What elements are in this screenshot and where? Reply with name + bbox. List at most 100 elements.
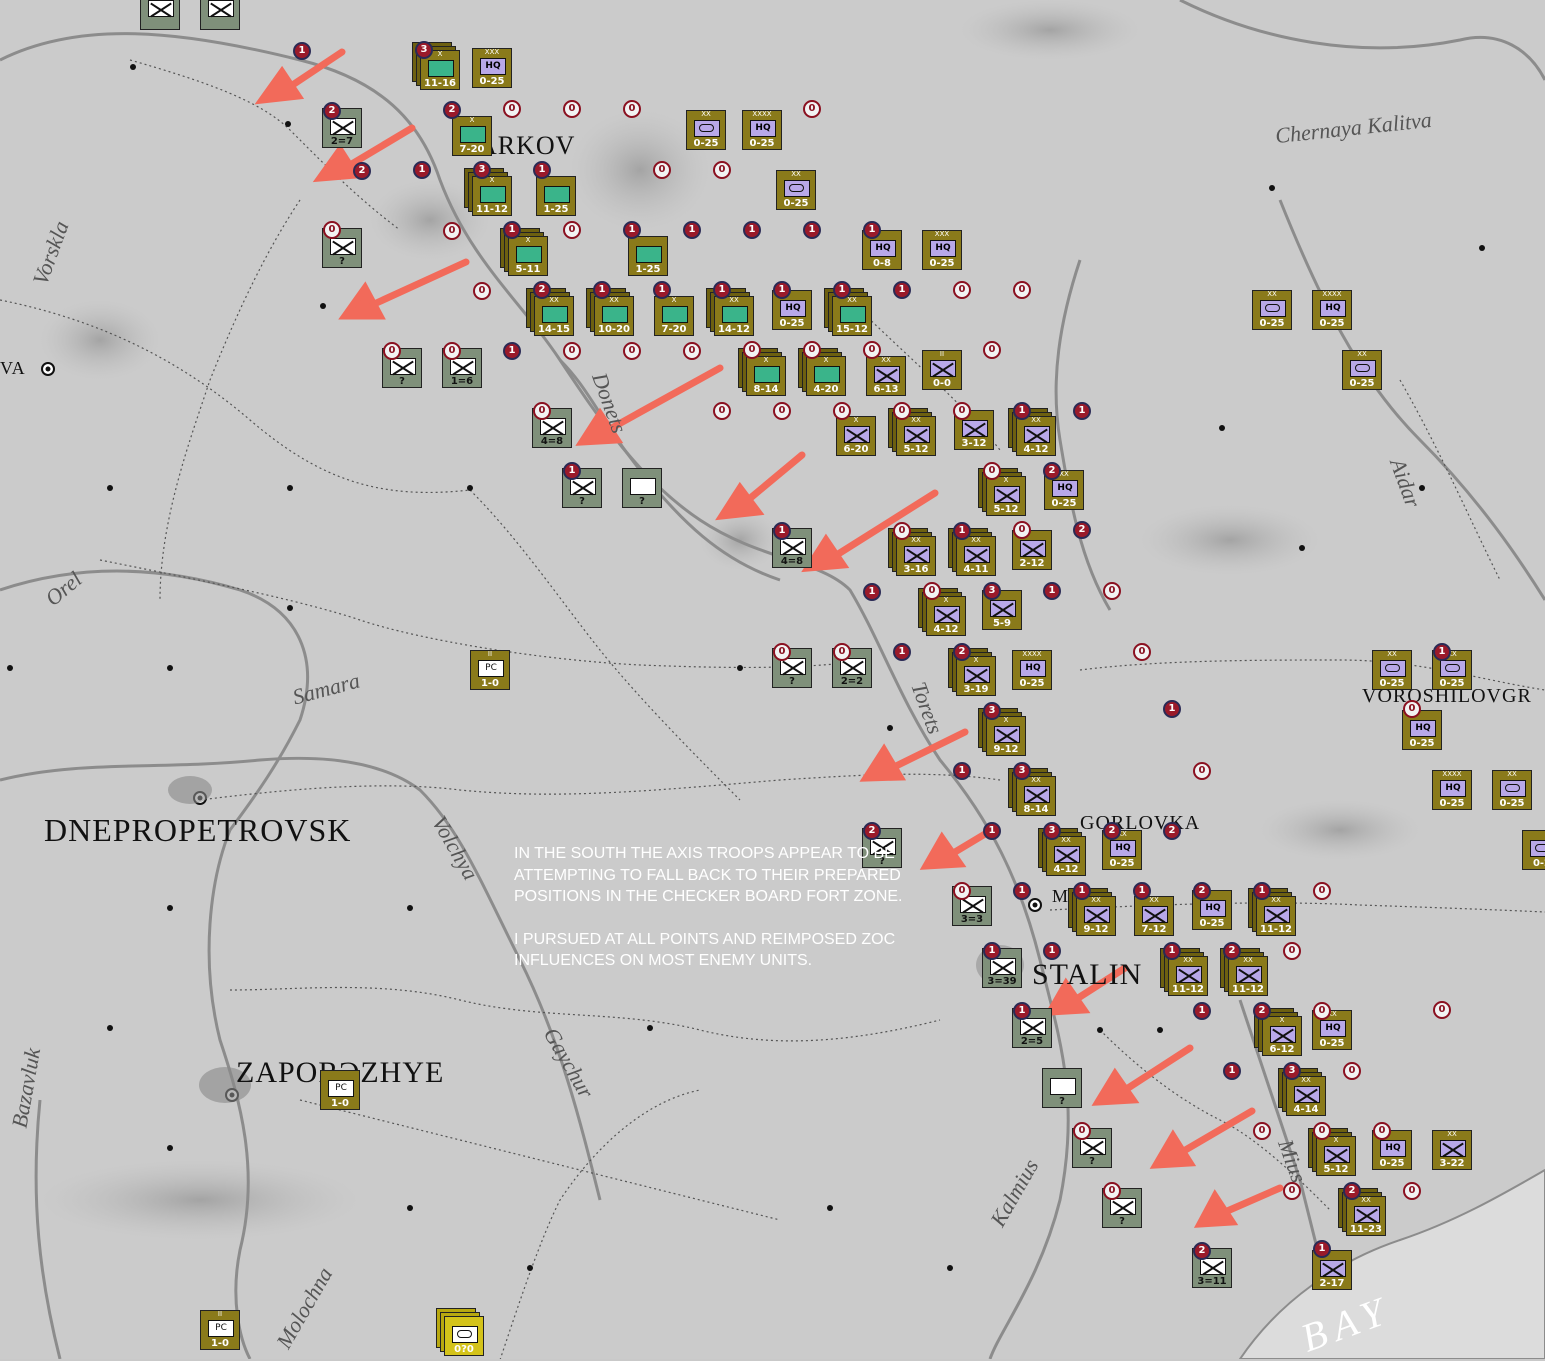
supply-marker[interactable]: 0	[473, 282, 491, 300]
axis-unit-counter[interactable]: II 0-0	[922, 350, 962, 390]
supply-marker[interactable]: 0	[1103, 1182, 1121, 1200]
axis-unit-counter[interactable]: XX 11-12	[1256, 896, 1296, 936]
supply-marker[interactable]: 2	[953, 643, 971, 661]
supply-marker[interactable]: 0	[1403, 1182, 1421, 1200]
axis-unit-counter[interactable]: X 6-12	[1262, 1016, 1302, 1056]
axis-unit-counter[interactable]: X 5-12	[986, 476, 1026, 516]
axis-unit-counter[interactable]: XXX HQ 0-25	[922, 230, 962, 270]
supply-marker[interactable]: 1	[1073, 882, 1091, 900]
supply-marker[interactable]: 1	[1433, 643, 1451, 661]
supply-marker[interactable]: 0	[1373, 1122, 1391, 1140]
supply-marker[interactable]: 0	[623, 342, 641, 360]
supply-marker[interactable]: 0	[1313, 882, 1331, 900]
supply-marker[interactable]: 1	[833, 281, 851, 299]
axis-unit-counter[interactable]: XX 4-12	[1016, 416, 1056, 456]
supply-marker[interactable]: 0	[443, 222, 461, 240]
supply-marker[interactable]: 3	[1043, 822, 1061, 840]
supply-marker[interactable]: 1	[983, 942, 1001, 960]
axis-unit-counter[interactable]: XXXX HQ 0-25	[742, 110, 782, 150]
axis-unit-counter[interactable]: X 6-20	[836, 416, 876, 456]
axis-unit-counter[interactable]: XX 0-25	[1342, 350, 1382, 390]
supply-marker[interactable]: 1	[803, 221, 821, 239]
soviet-unit-counter[interactable]	[200, 0, 240, 30]
supply-marker[interactable]: 1	[683, 221, 701, 239]
supply-marker[interactable]: 2	[1193, 1242, 1211, 1260]
supply-marker[interactable]: 0	[323, 221, 341, 239]
supply-marker[interactable]: 2	[323, 102, 341, 120]
axis-unit-counter[interactable]: PC 1-0	[320, 1070, 360, 1110]
supply-marker[interactable]: 0	[1253, 1122, 1271, 1140]
supply-marker[interactable]: 1	[1193, 1002, 1211, 1020]
supply-marker[interactable]: 0	[533, 402, 551, 420]
supply-marker[interactable]: 0	[1313, 1122, 1331, 1140]
supply-marker[interactable]: 1	[743, 221, 761, 239]
axis-unit-counter[interactable]: XX 14-15	[534, 296, 574, 336]
axis-unit-counter[interactable]: XX 14-12	[714, 296, 754, 336]
supply-marker[interactable]: 1	[413, 161, 431, 179]
supply-marker[interactable]: 2	[1253, 1002, 1271, 1020]
supply-marker[interactable]: 0	[893, 522, 911, 540]
supply-marker[interactable]: 3	[983, 702, 1001, 720]
supply-marker[interactable]: 0	[443, 342, 461, 360]
soviet-unit-counter[interactable]: ?	[622, 468, 662, 508]
supply-marker[interactable]: 1	[1043, 582, 1061, 600]
axis-unit-counter[interactable]: XX 0-25	[1252, 290, 1292, 330]
supply-marker[interactable]: 0	[623, 100, 641, 118]
axis-unit-counter[interactable]: XXX HQ 0-25	[472, 48, 512, 88]
supply-marker[interactable]: 0	[1403, 700, 1421, 718]
axis-unit-counter[interactable]: XX 7-12	[1134, 896, 1174, 936]
supply-marker[interactable]: 0	[1283, 942, 1301, 960]
axis-unit-counter[interactable]: X 4-12	[926, 596, 966, 636]
axis-unit-counter[interactable]: X 8-14	[746, 356, 786, 396]
axis-unit-counter[interactable]: X 7-20	[452, 116, 492, 156]
supply-marker[interactable]: 3	[415, 41, 433, 59]
supply-marker[interactable]: 0	[1433, 1001, 1451, 1019]
supply-marker[interactable]: 0	[683, 342, 701, 360]
supply-marker[interactable]: 0	[983, 341, 1001, 359]
axis-unit-counter[interactable]: 0-2	[1522, 830, 1545, 870]
supply-marker[interactable]: 1	[503, 221, 521, 239]
supply-marker[interactable]: 0	[773, 402, 791, 420]
supply-marker[interactable]: 1	[1163, 700, 1181, 718]
supply-marker[interactable]: 1	[503, 342, 521, 360]
supply-marker[interactable]: 2	[443, 101, 461, 119]
supply-marker[interactable]: 0	[563, 100, 581, 118]
supply-marker[interactable]: 3	[473, 161, 491, 179]
supply-marker[interactable]: 0	[1073, 1122, 1091, 1140]
axis-unit-counter[interactable]: XX 15-12	[832, 296, 872, 336]
supply-marker[interactable]: 1	[1133, 882, 1151, 900]
supply-marker[interactable]: 1	[1013, 882, 1031, 900]
axis-unit-counter[interactable]: XXXX HQ 0-25	[1012, 650, 1052, 690]
supply-marker[interactable]: 0	[1343, 1062, 1361, 1080]
supply-marker[interactable]: 2	[1103, 822, 1121, 840]
supply-marker[interactable]: 0	[833, 402, 851, 420]
supply-marker[interactable]: 1	[1013, 402, 1031, 420]
axis-unit-counter[interactable]: XX 0-25	[686, 110, 726, 150]
supply-marker[interactable]: 0	[923, 582, 941, 600]
supply-marker[interactable]: 0	[773, 643, 791, 661]
supply-marker[interactable]: 0	[713, 161, 731, 179]
supply-marker[interactable]: 0	[953, 402, 971, 420]
supply-marker[interactable]: 0	[1283, 1182, 1301, 1200]
axis-unit-counter[interactable]: XXXX HQ 0-25	[1432, 770, 1472, 810]
supply-marker[interactable]: 0	[503, 100, 521, 118]
axis-unit-counter[interactable]: X 11-12	[472, 176, 512, 216]
supply-marker[interactable]: 1	[953, 762, 971, 780]
axis-unit-counter[interactable]: II PC 1-0	[470, 650, 510, 690]
supply-marker[interactable]: 0	[743, 341, 761, 359]
axis-unit-counter[interactable]: XX 0-25	[776, 170, 816, 210]
axis-unit-counter[interactable]: XX 0-25	[1372, 650, 1412, 690]
axis-unit-counter[interactable]: X 7-20	[654, 296, 694, 336]
axis-unit-counter[interactable]: XX 4-11	[956, 536, 996, 576]
axis-unit-counter[interactable]: XX 3-16	[896, 536, 936, 576]
supply-marker[interactable]: 2	[1193, 882, 1211, 900]
supply-marker[interactable]: 1	[1313, 1240, 1331, 1258]
supply-marker[interactable]: 0	[953, 281, 971, 299]
axis-unit-counter[interactable]: 1-25	[628, 236, 668, 276]
axis-unit-counter[interactable]: XX 9-12	[1076, 896, 1116, 936]
supply-marker[interactable]: 0	[1193, 762, 1211, 780]
supply-marker[interactable]: 1	[1163, 942, 1181, 960]
supply-marker[interactable]: 3	[983, 582, 1001, 600]
supply-marker[interactable]: 2	[1043, 462, 1061, 480]
supply-marker[interactable]: 1	[1223, 1062, 1241, 1080]
